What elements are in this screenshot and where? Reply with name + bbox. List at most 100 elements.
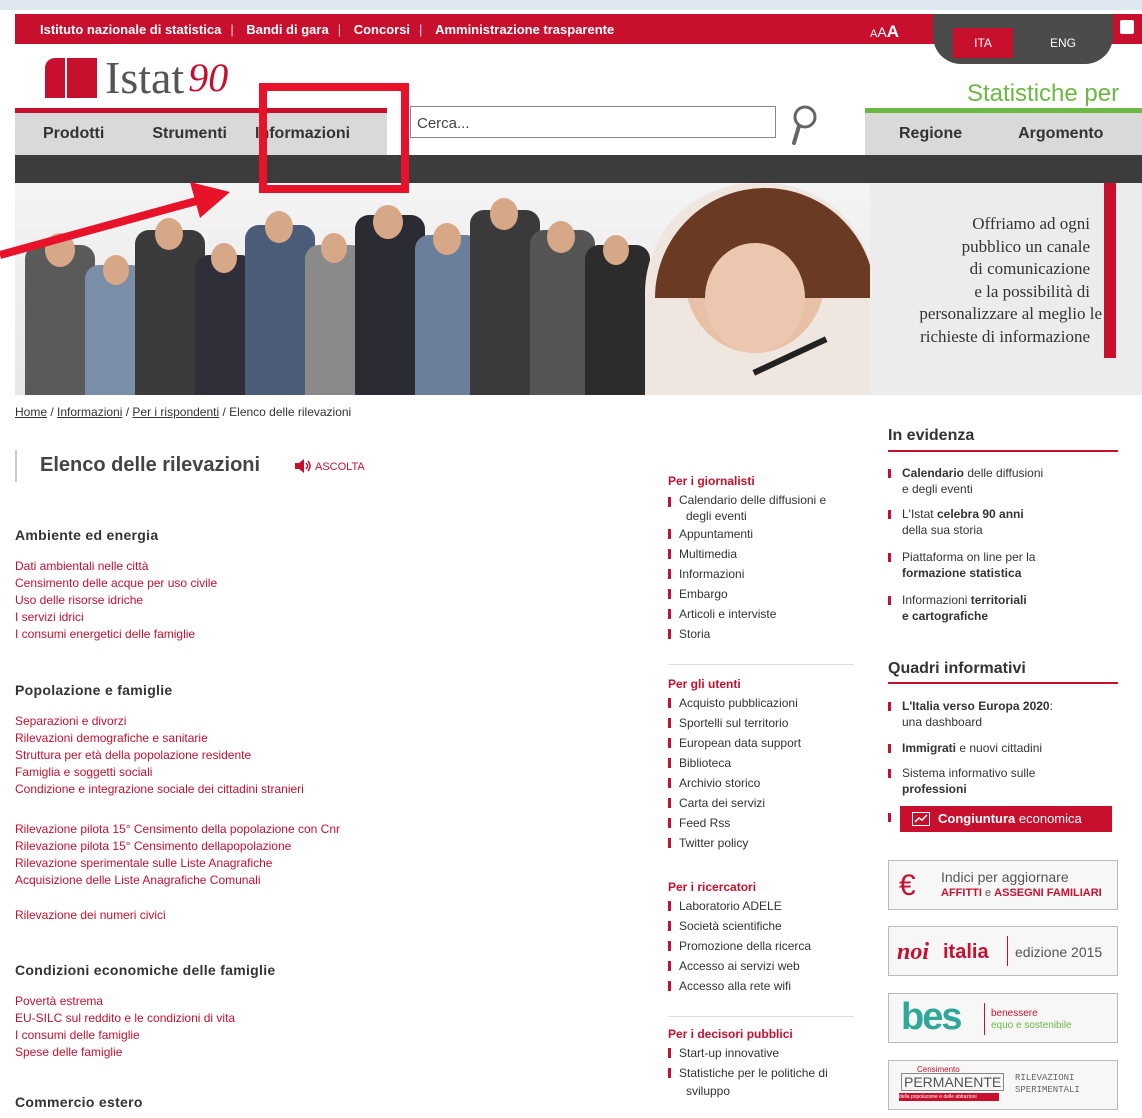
hero-accent-bar: [1104, 183, 1116, 358]
menu-item[interactable]: Accesso alla rete wifi: [668, 976, 854, 996]
menu-item[interactable]: Carta dei servizi: [668, 793, 854, 813]
menu-separator: [668, 664, 854, 665]
top-link-concorsi[interactable]: Concorsi: [354, 22, 410, 37]
menu-item[interactable]: Embargo: [668, 584, 854, 604]
menu-ricercatori: Per i ricercatori Laboratorio ADELE Soci…: [668, 880, 854, 996]
nav-argomento[interactable]: Argomento: [1018, 125, 1103, 143]
menu-item-continuation[interactable]: degli eventi: [668, 508, 854, 524]
logo-text: Istat: [105, 52, 185, 103]
search-input[interactable]: Cerca...: [410, 106, 776, 138]
nav-regione[interactable]: Regione: [899, 125, 962, 143]
breadcrumb-rispondenti[interactable]: Per i rispondenti: [132, 405, 219, 419]
menu-item[interactable]: Acquisto pubblicazioni: [668, 693, 854, 713]
menu-item[interactable]: Statistiche per le politiche di: [668, 1063, 854, 1083]
menu-heading[interactable]: Per i giornalisti: [668, 474, 854, 488]
evidenza-item-territoriali[interactable]: Informazioni territoriali e cartografiche: [888, 592, 1118, 624]
menu-item[interactable]: Articoli e interviste: [668, 604, 854, 624]
section-ambiente: Ambiente ed energia: [15, 527, 159, 543]
list-item[interactable]: Famiglia e soggetti sociali: [15, 764, 304, 781]
menu-item[interactable]: Biblioteca: [668, 753, 854, 773]
logo-mark-left: [45, 58, 65, 98]
list-item[interactable]: I consumi energetici delle famiglie: [15, 626, 217, 643]
lang-eng-button[interactable]: ENG: [1038, 28, 1088, 58]
list-popolazione-1: Separazioni e divorzi Rilevazioni demogr…: [15, 713, 304, 798]
list-item[interactable]: Struttura per età della popolazione resi…: [15, 747, 304, 764]
menu-item[interactable]: Promozione della ricerca: [668, 936, 854, 956]
list-item[interactable]: Censimento delle acque per uso civile: [15, 575, 217, 592]
speaker-icon[interactable]: [295, 459, 313, 473]
evidenza-item-90anni[interactable]: L'Istat celebra 90 anni della sua storia: [888, 506, 1118, 538]
menu-heading[interactable]: Per i decisori pubblici: [668, 1027, 854, 1041]
euro-icon: €: [899, 869, 916, 902]
breadcrumb-informazioni[interactable]: Informazioni: [57, 405, 122, 419]
list-item[interactable]: I servizi idrici: [15, 609, 217, 626]
logo-90: 90: [188, 55, 229, 100]
nav-strumenti[interactable]: Strumenti: [152, 125, 227, 143]
menu-item[interactable]: European data support: [668, 733, 854, 753]
menu-item[interactable]: Storia: [668, 624, 854, 644]
istat-logo[interactable]: Istat 90: [45, 52, 229, 103]
list-item[interactable]: Dati ambientali nelle città: [15, 558, 217, 575]
lang-ita-button[interactable]: ITA: [953, 28, 1013, 58]
menu-separator: [668, 1016, 854, 1017]
font-size-medium[interactable]: A: [877, 24, 886, 40]
top-links: Istituto nazionale di statistica | Bandi …: [40, 22, 615, 37]
menu-item[interactable]: Appuntamenti: [668, 524, 854, 544]
list-item[interactable]: Rilevazione sperimentale sulle Liste Ana…: [15, 855, 340, 872]
menu-item-continuation[interactable]: sviluppo: [668, 1083, 854, 1099]
title-divider: [15, 450, 17, 482]
top-link-bandi[interactable]: Bandi di gara: [246, 22, 328, 37]
menu-item[interactable]: Accesso ai servizi web: [668, 956, 854, 976]
list-item[interactable]: Acquisizione delle Liste Anagrafiche Com…: [15, 872, 340, 889]
top-link-trasparenza[interactable]: Amministrazione trasparente: [435, 22, 614, 37]
list-item[interactable]: EU-SILC sul reddito e le condizioni di v…: [15, 1010, 235, 1027]
evidenza-item-formazione[interactable]: Piattaforma on line per la formazione sta…: [888, 549, 1118, 581]
search-icon[interactable]: [790, 103, 818, 148]
list-popolazione-2: Rilevazione pilota 15° Censimento della …: [15, 821, 340, 889]
list-item[interactable]: Spese delle famiglie: [15, 1044, 235, 1061]
print-icon[interactable]: [1120, 20, 1134, 34]
list-item[interactable]: Rilevazioni demografiche e sanitarie: [15, 730, 304, 747]
menu-giornalisti: Per i giornalisti Calendario delle diffu…: [668, 474, 854, 644]
logo-mark-right: [67, 58, 97, 98]
menu-heading[interactable]: Per i ricercatori: [668, 880, 854, 894]
menu-item[interactable]: Start-up innovative: [668, 1043, 854, 1063]
quadri-item-immigrati[interactable]: Immigrati e nuovi cittadini: [888, 740, 1118, 756]
top-link-istituto[interactable]: Istituto nazionale di statistica: [40, 22, 221, 37]
ascolta-link[interactable]: ASCOLTA: [315, 461, 365, 473]
menu-heading[interactable]: Per gli utenti: [668, 677, 854, 691]
list-item[interactable]: I consumi delle famiglie: [15, 1027, 235, 1044]
list-item[interactable]: Uso delle risorse idriche: [15, 592, 217, 609]
menu-item[interactable]: Laboratorio ADELE: [668, 896, 854, 916]
menu-item[interactable]: Informazioni: [668, 564, 854, 584]
list-item[interactable]: Separazioni e divorzi: [15, 713, 304, 730]
evidenza-heading: In evidenza: [888, 427, 975, 444]
menu-utenti: Per gli utenti Acquisto pubblicazioni Sp…: [668, 677, 854, 853]
browser-top-strip: [0, 0, 1142, 10]
list-item[interactable]: Rilevazione pilota 15° Censimento della …: [15, 821, 340, 838]
menu-item[interactable]: Multimedia: [668, 544, 854, 564]
nav-prodotti[interactable]: Prodotti: [43, 125, 104, 143]
menu-item[interactable]: Società scientifiche: [668, 916, 854, 936]
evidenza-underline: [888, 450, 1118, 452]
quadri-item-professioni[interactable]: Sistema informativo sulle professioni: [888, 765, 1118, 797]
font-size-large[interactable]: A: [887, 22, 899, 41]
banner-censimento[interactable]: Censimento PERMANENTE della popolazione …: [888, 1060, 1118, 1110]
menu-item[interactable]: Twitter policy: [668, 833, 854, 853]
banner-noi-italia[interactable]: noi italia edizione 2015: [888, 926, 1118, 976]
menu-item[interactable]: Feed Rss: [668, 813, 854, 833]
banner-indici[interactable]: € Indici per aggiornare AFFITTI e ASSEGN…: [888, 860, 1118, 910]
list-item[interactable]: Povertà estrema: [15, 993, 235, 1010]
menu-item[interactable]: Archivio storico: [668, 773, 854, 793]
menu-item[interactable]: Calendario delle diffusioni e: [668, 492, 854, 508]
list-item[interactable]: Condizione e integrazione sociale dei ci…: [15, 781, 304, 798]
menu-item[interactable]: Sportelli sul territorio: [668, 713, 854, 733]
evidenza-item-calendario[interactable]: Calendario delle diffusioni e degli event…: [888, 465, 1118, 497]
quadri-item-europa2020[interactable]: L'Italia verso Europa 2020: una dashboard: [888, 698, 1118, 730]
list-item[interactable]: Rilevazione pilota 15° Censimento dellap…: [15, 838, 340, 855]
congiuntura-button[interactable]: Congiuntura economica: [900, 806, 1112, 832]
breadcrumb-current: Elenco delle rilevazioni: [229, 405, 352, 419]
banner-bes[interactable]: bes benessere equo e sostenibile: [888, 993, 1118, 1043]
breadcrumb-home[interactable]: Home: [15, 405, 47, 419]
list-item[interactable]: Rilevazione dei numeri civici: [15, 907, 166, 924]
